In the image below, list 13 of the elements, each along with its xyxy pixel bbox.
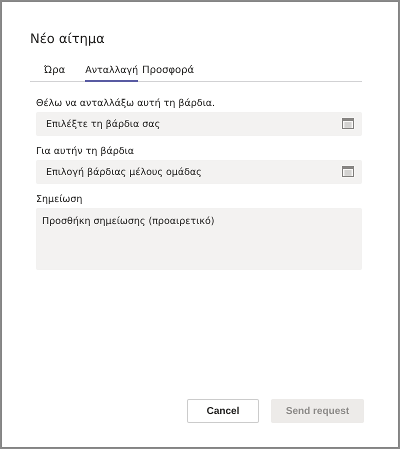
field-label: Για αυτήν τη βάρδια	[36, 146, 136, 157]
tab[interactable]: Ανταλλαγή	[85, 63, 138, 82]
shift-picker-field[interactable]: Επιλογή βάρδιας μέλους ομάδας	[36, 160, 362, 184]
shift-picker-field[interactable]: Επιλέξτε τη βάρδια σας	[36, 112, 362, 136]
calendar-icon	[342, 166, 354, 177]
tab[interactable]: Ώρα	[44, 63, 66, 82]
note-field[interactable]: Προσθήκη σημείωσης (προαιρετικό)	[36, 208, 362, 270]
calendar-icon	[342, 118, 354, 129]
field-label: Σημείωση	[36, 194, 84, 205]
cancel-button[interactable]: Cancel	[187, 399, 259, 423]
field-label: Θέλω να ανταλλάξω αυτή τη βάρδια.	[36, 98, 216, 109]
dialog-title: Νέο αίτημα	[30, 32, 106, 47]
tab[interactable]: Προσφορά	[142, 63, 194, 82]
